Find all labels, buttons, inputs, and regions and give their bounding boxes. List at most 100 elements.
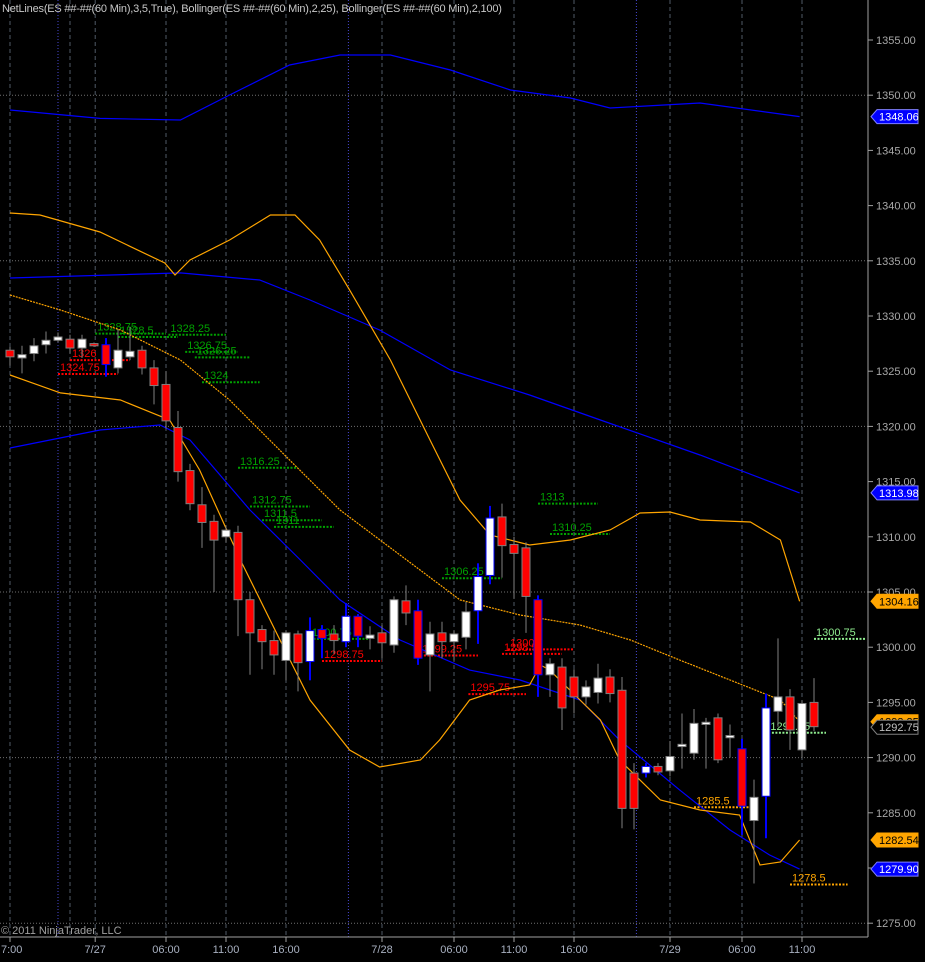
candle-body [497,516,507,547]
y-tick-label: 1330.00 [876,311,916,323]
netline-label: 1285.5 [696,795,730,807]
netline-label: 1328.25 [170,323,210,335]
netline-label: 1324.75 [60,362,100,374]
candle-body [125,350,135,358]
candle-body [221,529,231,538]
candle-body [185,470,195,505]
y-tick-label: 1310.00 [876,532,916,544]
candle-body [329,633,339,642]
x-tick-label: 7:00 [1,944,22,956]
candle-body [101,344,111,366]
candle-body [749,796,759,822]
candle-body [257,629,267,643]
candle-body [785,696,795,731]
candle-body [137,349,147,369]
netline-label: 1278.5 [792,873,826,885]
y-tick-label: 1335.00 [876,256,916,268]
candle-body [761,707,771,797]
netline-label: 1316.25 [240,456,280,468]
netline-label: 1324 [204,370,228,382]
x-tick-label: 11:00 [789,944,816,956]
netline-label: 1313 [540,492,564,504]
candle-body [629,772,639,809]
candle-body [593,677,603,693]
candle-body [53,336,63,341]
x-tick-label: 7/29 [659,944,680,956]
price-marker-label: 1282.54 [879,835,919,847]
x-tick-label: 16:00 [560,944,588,956]
candle-body [353,615,363,637]
candle-body [269,640,279,656]
netline-label: 1295.75 [470,682,510,694]
bollinger-line [9,272,800,494]
candle-body [569,676,579,698]
candle-body [809,701,819,728]
candle-body [317,629,327,639]
bollinger-line [9,54,800,121]
copyright: © 2011 NinjaTrader, LLC [1,925,122,937]
axes: 1275.001280.001285.001290.001295.001300.… [0,0,919,956]
candle-body [233,531,243,601]
candle-body [161,383,171,422]
candle-body [281,632,291,661]
candle-body [533,599,543,676]
candle-body [641,765,651,774]
y-tick-label: 1325.00 [876,366,916,378]
bollinger-line [9,424,800,870]
candle-body [29,345,39,355]
candle-body [689,722,699,754]
price-marker-label: 1348.06 [879,112,919,124]
candle-body [797,703,807,751]
candle-body [293,633,303,664]
candle-body [389,599,399,646]
candle-body [545,663,555,676]
candle-body [605,676,615,695]
candle-body [245,599,255,634]
price-chart[interactable]: 1328.751328.5 1328.251326.751326.25132413… [0,0,925,962]
price-marker-label: 1279.90 [879,864,919,876]
candle-body [65,338,75,349]
netline-label: 1298.75 [324,649,364,661]
candle-body [41,339,51,346]
bollinger-line [9,294,801,723]
x-tick-label: 11:00 [501,944,528,956]
candle-body [113,349,123,369]
candle-body [413,610,423,659]
candle-body [437,632,447,643]
candle-body [773,696,783,712]
price-marker-label: 1304.16 [879,596,919,608]
candle-body [449,633,459,643]
candle-body [737,748,747,807]
x-tick-label: 06:00 [440,944,468,956]
netline-label: 1300.75 [816,627,856,639]
candle-body [617,689,627,809]
price-marker-label: 1313.98 [879,488,919,500]
candle-body [377,632,387,644]
y-tick-label: 1355.00 [876,35,916,47]
candle-body [17,354,27,359]
y-tick-label: 1345.00 [876,145,916,157]
candle-body [425,633,435,656]
netline-label: 1326 [72,348,96,360]
candle-body [461,611,471,638]
y-tick-label: 1290.00 [876,753,916,765]
price-marker-label: 1292.75 [879,722,919,734]
x-tick-label: 16:00 [272,944,300,956]
netline-label: 1326.25 [197,345,237,357]
candle-body [485,517,495,576]
x-tick-label: 7/28 [371,944,392,956]
candle-body [209,520,219,541]
y-tick-label: 1275.00 [876,918,916,930]
candle-body [89,343,99,347]
candle-body [149,367,159,387]
candle-body [365,634,375,639]
netline-label: 1328.5 [120,325,154,337]
x-tick-label: 7/27 [84,944,105,956]
y-tick-label: 1350.00 [876,90,916,102]
netline-label: 1310.25 [552,522,592,534]
x-tick-label: 06:00 [152,944,180,956]
indicator-title: NetLines(ES ##-##(60 Min),3,5,True), Bol… [2,3,502,15]
candle-body [5,349,15,358]
y-tick-label: 1320.00 [876,421,916,433]
y-tick-label: 1300.00 [876,642,916,654]
